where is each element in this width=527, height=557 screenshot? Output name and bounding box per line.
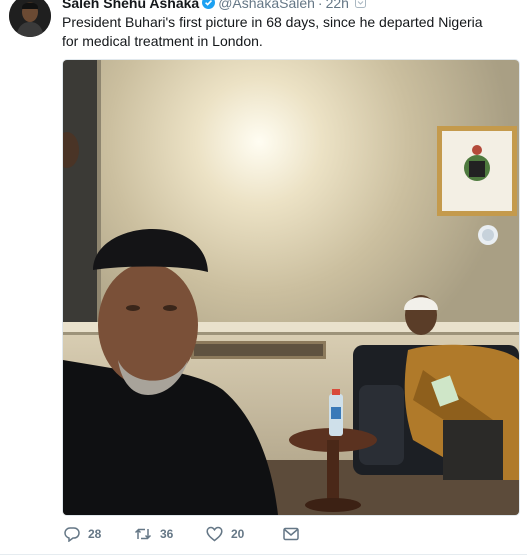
tweet-divider [0,554,527,555]
retweet-count: 36 [160,527,174,541]
tweet: Saleh Shehu Ashaka @AshakaSaleh · 22h Presi… [0,0,527,557]
tweet-text: President Buhari's first picture in 68 d… [62,14,483,49]
timestamp[interactable]: 22h [326,0,349,11]
like-count: 20 [231,527,245,541]
verified-badge-icon [202,0,216,9]
retweet-button[interactable]: 36 [134,524,173,544]
reply-button[interactable]: 28 [64,524,101,544]
tweet-photo[interactable] [62,59,520,516]
separator-dot: · [317,0,323,11]
retweet-icon [134,528,152,540]
tweet-header: Saleh Shehu Ashaka @AshakaSaleh · 22h [62,0,366,12]
tweet-actions: 28 36 20 [62,524,502,544]
like-button[interactable]: 20 [206,524,244,544]
chevron-down-icon[interactable] [354,0,366,8]
direct-message-icon [283,527,299,541]
direct-message-button[interactable] [283,524,307,544]
heart-icon [206,526,223,542]
reply-count: 28 [88,527,102,541]
author-name[interactable]: Saleh Shehu Ashaka [62,0,199,11]
avatar[interactable] [9,0,51,37]
reply-icon [64,527,80,542]
author-handle[interactable]: @AshakaSaleh [218,0,315,11]
